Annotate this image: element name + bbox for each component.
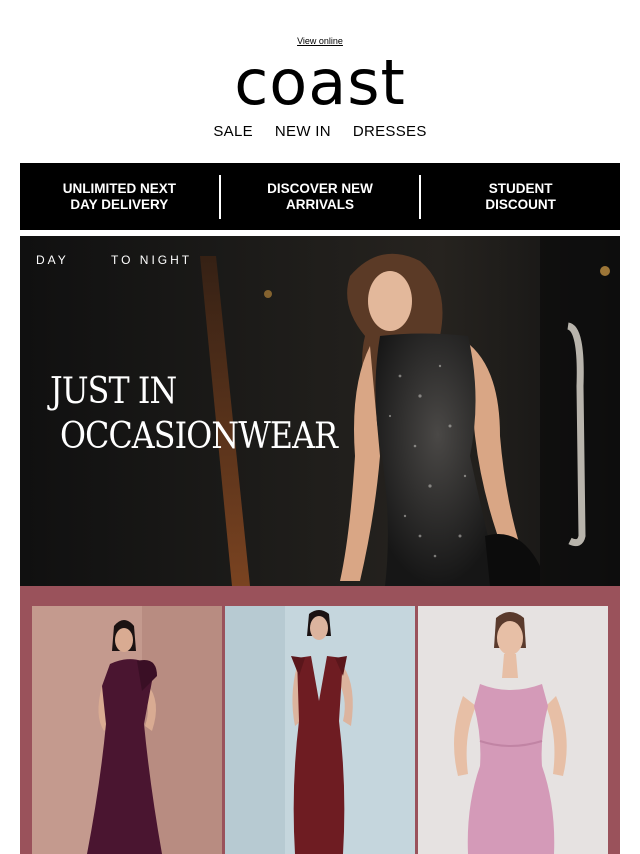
promo-bar: UNLIMITED NEXT DAY DELIVERY DISCOVER NEW…: [20, 163, 620, 230]
hero-tag-night: TO NIGHT: [111, 253, 193, 267]
product-image: [418, 606, 608, 854]
hero-banner[interactable]: DAY TO NIGHT JUST IN OCCASIONWEAR: [20, 236, 620, 586]
product-strip: [20, 586, 620, 854]
product-image: [32, 606, 222, 854]
product-card-burgundy-dress[interactable]: [225, 606, 415, 854]
brand-logo[interactable]: coast: [0, 50, 640, 116]
hero-tag-day: DAY: [36, 253, 69, 267]
promo-student-line1: STUDENT: [488, 180, 553, 196]
promo-delivery-line1: UNLIMITED NEXT: [62, 180, 176, 196]
main-nav: SALE NEW IN DRESSES: [0, 123, 640, 140]
promo-new-arrivals[interactable]: DISCOVER NEW ARRIVALS: [221, 163, 420, 230]
promo-new-arrivals-line2: ARRIVALS: [286, 196, 355, 212]
product-image: [225, 606, 415, 854]
promo-student-discount[interactable]: STUDENT DISCOUNT: [421, 163, 620, 230]
nav-item-dresses[interactable]: DRESSES: [353, 123, 427, 140]
promo-new-arrivals-line1: DISCOVER NEW: [267, 180, 373, 196]
nav-item-new-in[interactable]: NEW IN: [275, 123, 331, 140]
view-online-link[interactable]: View online: [0, 36, 640, 46]
product-card-plum-dress[interactable]: [32, 606, 222, 854]
product-card-lilac-dress[interactable]: [418, 606, 608, 854]
promo-delivery[interactable]: UNLIMITED NEXT DAY DELIVERY: [20, 163, 219, 230]
promo-student-line2: DISCOUNT: [485, 196, 556, 212]
nav-item-sale[interactable]: SALE: [213, 123, 253, 140]
hero-title-line1: JUST IN: [50, 371, 177, 412]
promo-delivery-line2: DAY DELIVERY: [70, 196, 169, 212]
hero-title-line2: OCCASIONWEAR: [60, 416, 338, 457]
